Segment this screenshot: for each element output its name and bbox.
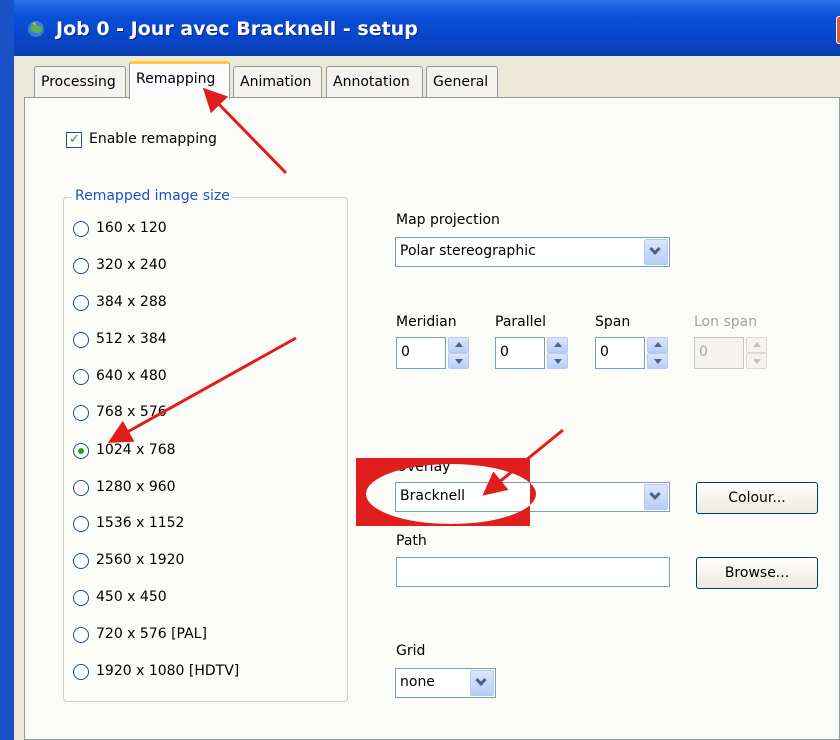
radio-button[interactable]	[73, 369, 89, 385]
close-button[interactable]: ✕	[836, 16, 840, 44]
parallel-up-button[interactable]	[547, 337, 568, 353]
overlay-select[interactable]: Bracknell	[395, 482, 670, 512]
grid-select[interactable]: none	[395, 668, 496, 698]
enable-remapping-checkbox[interactable]: ✓	[66, 132, 82, 148]
radio-button[interactable]	[73, 590, 89, 606]
window-title: Job 0 - Jour avec Bracknell - setup	[56, 18, 418, 40]
radio-button[interactable]	[73, 553, 89, 569]
parallel-input[interactable]: 0	[495, 337, 545, 369]
chevron-down-icon	[649, 243, 661, 255]
chevron-down-icon	[475, 674, 487, 686]
radio-button[interactable]	[73, 516, 89, 532]
arrow-down-icon	[455, 359, 463, 364]
dropdown-button[interactable]	[644, 239, 668, 265]
arrow-up-icon	[753, 342, 761, 347]
meridian-label: Meridian	[396, 314, 457, 330]
radio-button[interactable]	[73, 405, 89, 421]
parallel-down-button[interactable]	[547, 353, 568, 369]
span-down-button[interactable]	[647, 353, 668, 369]
dropdown-button[interactable]	[644, 484, 668, 510]
path-input[interactable]	[396, 557, 670, 587]
checkmark-icon: ✓	[69, 132, 80, 147]
span-up-button[interactable]	[647, 337, 668, 353]
dropdown-button[interactable]	[470, 670, 494, 696]
span-stepper[interactable]: 0	[595, 337, 668, 369]
radio-dot-icon	[78, 448, 84, 454]
path-label: Path	[396, 533, 427, 549]
parallel-stepper[interactable]: 0	[495, 337, 568, 369]
span-input[interactable]: 0	[595, 337, 645, 369]
radio-button[interactable]	[73, 332, 89, 348]
tab-general[interactable]: General	[426, 66, 498, 98]
parallel-label: Parallel	[495, 314, 547, 330]
tab-annotation[interactable]: Annotation	[326, 66, 423, 98]
span-label: Span	[595, 314, 631, 330]
app-icon	[28, 21, 44, 37]
lon-span-label: Lon span	[694, 314, 758, 330]
radio-button[interactable]	[73, 627, 89, 643]
tab-remapping[interactable]: Remapping	[129, 61, 230, 99]
radio-button[interactable]	[73, 295, 89, 311]
map-projection-select[interactable]: Polar stereographic	[395, 237, 670, 267]
meridian-stepper[interactable]: 0	[396, 337, 469, 369]
radio-button[interactable]	[73, 664, 89, 680]
remapped-image-size-group-label: Remapped image size	[72, 188, 233, 204]
meridian-input[interactable]: 0	[396, 337, 446, 369]
arrow-down-icon	[654, 359, 662, 364]
tab-animation[interactable]: Animation	[233, 66, 322, 98]
colour-button[interactable]: Colour...	[696, 482, 818, 514]
browse-button[interactable]: Browse...	[696, 557, 818, 589]
chevron-down-icon	[649, 488, 661, 500]
radio-button[interactable]	[73, 443, 89, 459]
arrow-up-icon	[455, 342, 463, 347]
title-bar: Job 0 - Jour avec Bracknell - setup ✕	[0, 0, 840, 56]
overlay-label: Overlay	[396, 459, 451, 475]
radio-button[interactable]	[73, 258, 89, 274]
lon-span-input: 0	[694, 337, 744, 369]
enable-remapping-label[interactable]: Enable remapping	[89, 131, 217, 147]
grid-label: Grid	[396, 643, 426, 659]
arrow-down-icon	[554, 359, 562, 364]
tab-processing[interactable]: Processing	[34, 66, 126, 98]
lon-span-down-button	[746, 353, 767, 369]
lon-span-stepper: 0	[694, 337, 767, 369]
arrow-up-icon	[554, 342, 562, 347]
meridian-down-button[interactable]	[448, 353, 469, 369]
arrow-down-icon	[753, 359, 761, 364]
map-projection-label: Map projection	[396, 212, 500, 228]
lon-span-up-button	[746, 337, 767, 353]
radio-button[interactable]	[73, 221, 89, 237]
meridian-up-button[interactable]	[448, 337, 469, 353]
arrow-up-icon	[654, 342, 662, 347]
radio-button[interactable]	[73, 480, 89, 496]
